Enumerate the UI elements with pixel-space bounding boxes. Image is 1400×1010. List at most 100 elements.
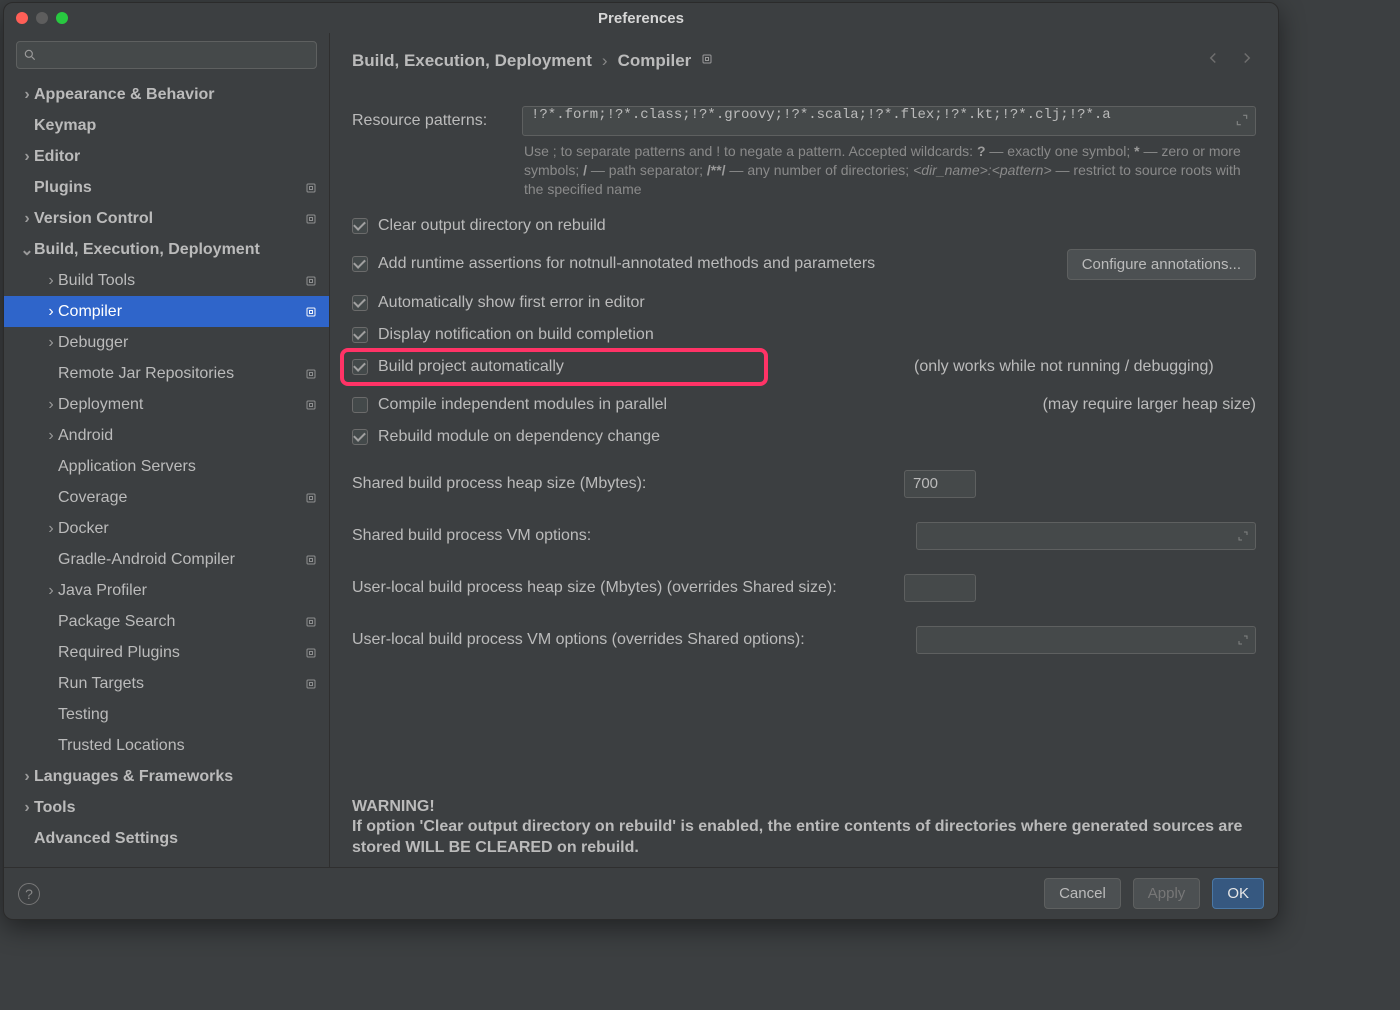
help-button[interactable]: ?: [18, 883, 40, 905]
sidebar-item-editor[interactable]: ›Editor: [4, 141, 329, 172]
clear-output-checkbox[interactable]: Clear output directory on rebuild: [352, 217, 1256, 235]
chevron-right-icon: ›: [44, 334, 58, 352]
sidebar-item-application-servers[interactable]: Application Servers: [4, 451, 329, 482]
chevron-right-icon: ›: [20, 768, 34, 786]
window-controls: [16, 12, 68, 24]
user-vm-input[interactable]: [916, 626, 1256, 654]
shared-vm-label: Shared build process VM options:: [352, 527, 591, 545]
project-settings-icon: [305, 305, 319, 319]
sidebar-item-appearance-behavior[interactable]: ›Appearance & Behavior: [4, 79, 329, 110]
user-vm-label: User-local build process VM options (ove…: [352, 631, 805, 649]
project-settings-icon: [305, 181, 319, 195]
sidebar: ›Appearance & Behavior Keymap ›Editor Plugi…: [4, 33, 330, 867]
chevron-right-icon: ›: [602, 51, 608, 71]
parallel-note: (may require larger heap size): [1043, 396, 1256, 414]
breadcrumb-bar: Build, Execution, Deployment › Compiler: [330, 33, 1278, 80]
preferences-window: Preferences ›Appearance & Behavior Keymap…: [3, 2, 1279, 920]
chevron-right-icon: ›: [20, 86, 34, 104]
sidebar-item-label: Deployment: [58, 396, 305, 414]
sidebar-item-label: Required Plugins: [58, 644, 305, 662]
chevron-right-icon: ›: [44, 272, 58, 290]
sidebar-item-compiler[interactable]: ›Compiler: [4, 296, 329, 327]
shared-vm-input[interactable]: [916, 522, 1256, 550]
chevron-right-icon: ›: [20, 210, 34, 228]
sidebar-item-version-control[interactable]: ›Version Control: [4, 203, 329, 234]
sidebar-item-plugins[interactable]: Plugins: [4, 172, 329, 203]
resource-patterns-input[interactable]: !?*.form;!?*.class;!?*.groovy;!?*.scala;…: [522, 106, 1256, 136]
sidebar-item-label: Compiler: [58, 303, 305, 321]
chevron-right-icon: ›: [44, 520, 58, 538]
sidebar-item-debugger[interactable]: ›Debugger: [4, 327, 329, 358]
main-panel: Build, Execution, Deployment › Compiler …: [330, 33, 1278, 867]
parallel-compile-checkbox[interactable]: Compile independent modules in parallel …: [352, 396, 1256, 414]
checkbox-icon: [352, 218, 368, 234]
project-settings-icon: [305, 274, 319, 288]
sidebar-item-coverage[interactable]: Coverage: [4, 482, 329, 513]
sidebar-item-label: Package Search: [58, 613, 305, 631]
maximize-icon[interactable]: [56, 12, 68, 24]
sidebar-item-deployment[interactable]: ›Deployment: [4, 389, 329, 420]
window-title: Preferences: [4, 10, 1278, 27]
expand-icon[interactable]: [1237, 529, 1249, 546]
sidebar-item-label: Tools: [34, 799, 319, 817]
warning-title: WARNING!: [352, 758, 1256, 816]
sidebar-item-tools[interactable]: ›Tools: [4, 792, 329, 823]
sidebar-item-label: Gradle-Android Compiler: [58, 551, 305, 569]
window-body: ›Appearance & Behavior Keymap ›Editor Plugi…: [4, 33, 1278, 867]
shared-heap-label: Shared build process heap size (Mbytes):: [352, 475, 646, 493]
forward-button[interactable]: [1238, 49, 1256, 72]
search-input[interactable]: [16, 41, 317, 69]
project-settings-icon: [305, 491, 319, 505]
sidebar-item-gradle-android-compiler[interactable]: Gradle-Android Compiler: [4, 544, 329, 575]
sidebar-item-label: Advanced Settings: [34, 830, 319, 848]
back-button[interactable]: [1204, 49, 1222, 72]
close-icon[interactable]: [16, 12, 28, 24]
shared-heap-input[interactable]: [904, 470, 976, 498]
sidebar-item-run-targets[interactable]: Run Targets: [4, 668, 329, 699]
expand-icon[interactable]: [1237, 633, 1249, 650]
project-settings-icon: [305, 398, 319, 412]
auto-show-error-checkbox[interactable]: Automatically show first error in editor: [352, 294, 1256, 312]
sidebar-item-label: Java Profiler: [58, 582, 319, 600]
build-automatically-checkbox[interactable]: Build project automatically (only works …: [344, 352, 764, 382]
cancel-button[interactable]: Cancel: [1044, 878, 1121, 909]
sidebar-item-docker[interactable]: ›Docker: [4, 513, 329, 544]
sidebar-item-label: Remote Jar Repositories: [58, 365, 305, 383]
sidebar-item-label: Plugins: [34, 179, 305, 197]
sidebar-item-java-profiler[interactable]: ›Java Profiler: [4, 575, 329, 606]
chevron-right-icon: ›: [44, 427, 58, 445]
project-settings-icon: [305, 212, 319, 226]
chevron-down-icon: ⌄: [20, 240, 34, 260]
breadcrumb: Build, Execution, Deployment › Compiler: [352, 51, 691, 71]
sidebar-item-package-search[interactable]: Package Search: [4, 606, 329, 637]
sidebar-item-keymap[interactable]: Keymap: [4, 110, 329, 141]
notify-on-build-checkbox[interactable]: Display notification on build completion: [352, 326, 1256, 344]
apply-button[interactable]: Apply: [1133, 878, 1201, 909]
runtime-assertions-checkbox[interactable]: Add runtime assertions for notnull-annot…: [352, 249, 1256, 280]
sidebar-item-trusted-locations[interactable]: Trusted Locations: [4, 730, 329, 761]
sidebar-item-build-execution-deployment[interactable]: ⌄Build, Execution, Deployment: [4, 234, 329, 265]
dialog-footer: ? Cancel Apply OK: [4, 867, 1278, 919]
sidebar-item-advanced-settings[interactable]: Advanced Settings: [4, 823, 329, 854]
checkbox-icon: [352, 327, 368, 343]
rebuild-on-dep-change-checkbox[interactable]: Rebuild module on dependency change: [352, 428, 1256, 446]
sidebar-item-build-tools[interactable]: ›Build Tools: [4, 265, 329, 296]
ok-button[interactable]: OK: [1212, 878, 1264, 909]
sidebar-item-android[interactable]: ›Android: [4, 420, 329, 451]
project-settings-icon: [305, 646, 319, 660]
sidebar-item-label: Android: [58, 427, 319, 445]
sidebar-item-label: Build Tools: [58, 272, 305, 290]
project-settings-icon: [305, 677, 319, 691]
configure-annotations-button[interactable]: Configure annotations...: [1067, 249, 1256, 280]
sidebar-item-label: Keymap: [34, 117, 319, 135]
minimize-icon[interactable]: [36, 12, 48, 24]
sidebar-item-remote-jar-repositories[interactable]: Remote Jar Repositories: [4, 358, 329, 389]
sidebar-item-required-plugins[interactable]: Required Plugins: [4, 637, 329, 668]
sidebar-item-testing[interactable]: Testing: [4, 699, 329, 730]
sidebar-item-languages-frameworks[interactable]: ›Languages & Frameworks: [4, 761, 329, 792]
checkbox-icon: [352, 256, 368, 272]
chevron-right-icon: ›: [44, 303, 58, 321]
breadcrumb-parent[interactable]: Build, Execution, Deployment: [352, 51, 592, 71]
user-heap-input[interactable]: [904, 574, 976, 602]
expand-icon[interactable]: [1235, 113, 1249, 132]
